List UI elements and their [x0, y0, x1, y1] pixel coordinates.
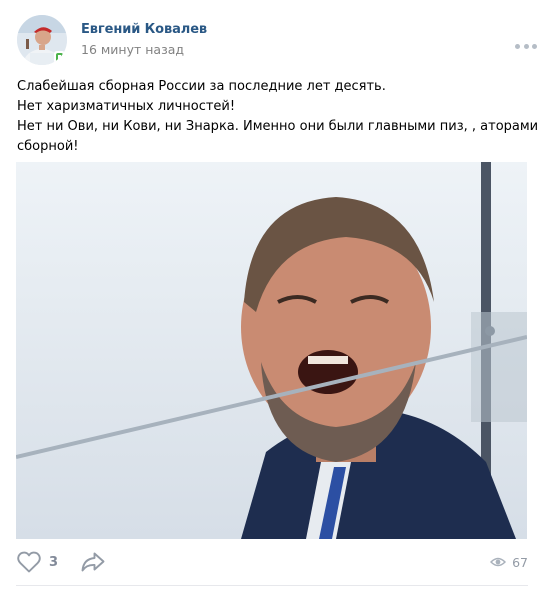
post-header: Евгений Ковалев 16 минут назад	[17, 15, 537, 65]
post-text-line: Слабейшая сборная России за последние ле…	[17, 79, 386, 94]
share-button[interactable]	[80, 551, 106, 577]
post-divider	[16, 585, 528, 586]
wall-post: Евгений Ковалев 16 минут назад Слабейшая…	[0, 0, 554, 597]
mobile-online-icon	[54, 51, 65, 65]
post-actions: 3 67	[16, 549, 528, 575]
heart-icon	[17, 551, 41, 573]
post-text-line: сборной!	[17, 139, 79, 154]
photo-image	[16, 162, 527, 539]
views-count: 67	[512, 554, 528, 570]
post-photo[interactable]	[16, 162, 527, 539]
more-dots-icon[interactable]	[515, 43, 537, 49]
views-counter: 67	[490, 549, 528, 575]
like-button[interactable]: 3	[16, 549, 58, 575]
post-time[interactable]: 16 минут назад	[81, 42, 184, 57]
avatar[interactable]	[17, 15, 67, 65]
post-text: Слабейшая сборная России за последние ле…	[17, 77, 539, 157]
post-text-line: Нет ни Ови, ни Кови, ни Знарка. Именно о…	[17, 119, 539, 134]
eye-icon	[490, 557, 507, 567]
share-arrow-icon	[81, 552, 105, 572]
post-text-line: Нет харизматичных личностей!	[17, 99, 236, 114]
author-name[interactable]: Евгений Ковалев	[81, 22, 207, 37]
like-count: 3	[49, 554, 59, 570]
